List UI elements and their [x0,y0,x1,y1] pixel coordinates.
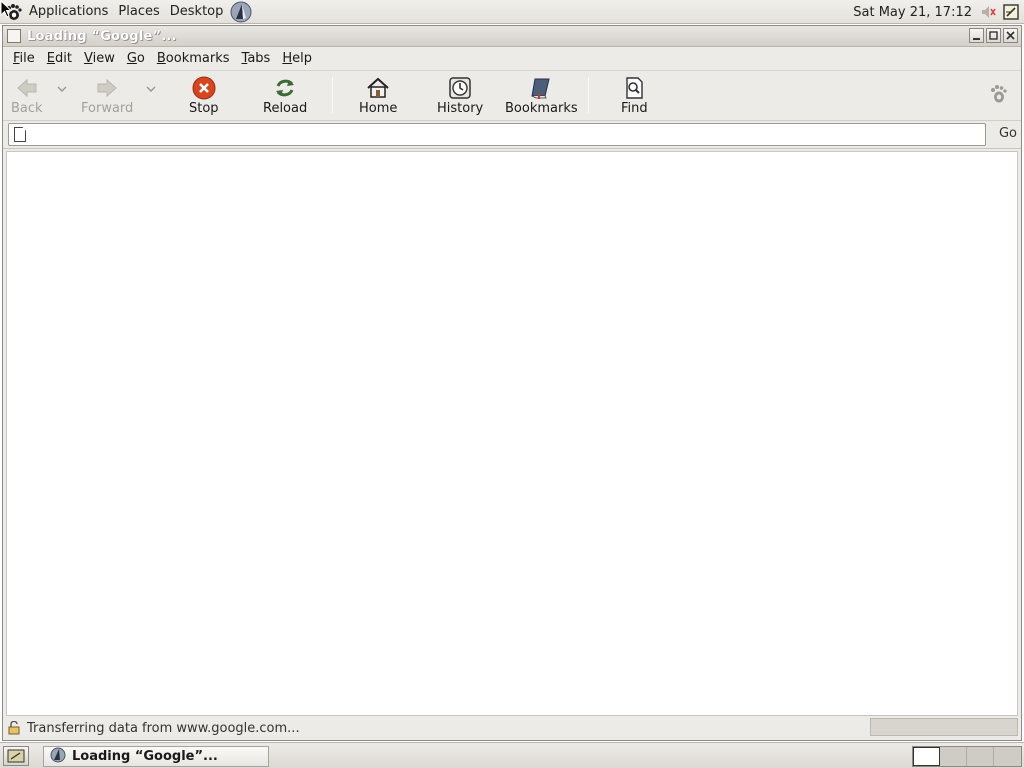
forward-arrow-icon [94,75,120,101]
titlebar[interactable]: Loading “Google”... [3,26,1021,47]
top-panel: Applications Places Desktop Sat May 21, … [0,0,1024,24]
taskbar-window-label: Loading “Google”... [72,749,218,764]
reload-icon [272,75,298,101]
close-icon[interactable] [1003,28,1018,43]
menu-edit[interactable]: Edit [41,51,78,66]
workspace-1[interactable] [913,747,940,766]
back-arrow-icon [14,75,40,101]
location-bar: Go [3,121,1021,149]
bookmarks-label: Bookmarks [505,101,578,116]
stop-label: Stop [189,101,219,116]
places-menu[interactable]: Places [113,0,164,24]
volume-icon[interactable] [978,1,1000,23]
show-desktop-button[interactable] [3,746,29,766]
toolbar: Back Forward Stop Reload Home History Bo… [3,71,1021,121]
browser-task-icon [50,747,66,767]
home-button[interactable]: Home [359,75,397,117]
toolbar-separator [332,77,333,113]
bookmarks-button[interactable]: Bookmarks [505,75,578,117]
history-label: History [437,101,484,116]
desktop-menu[interactable]: Desktop [165,0,229,24]
mouse-cursor-icon [0,0,12,18]
find-button[interactable]: Find [621,75,648,117]
bottom-panel: Loading “Google”... [0,742,1024,768]
forward-label: Forward [81,101,134,116]
history-clock-icon [447,75,473,101]
history-button[interactable]: History [437,75,483,117]
maximize-icon[interactable] [986,28,1001,43]
workspace-switcher [912,746,1022,767]
clock[interactable]: Sat May 21, 17:12 [853,5,978,20]
browser-launcher-icon[interactable] [230,1,252,23]
back-label: Back [11,101,43,116]
find-label: Find [621,101,648,116]
reload-label: Reload [263,101,308,116]
menu-tabs[interactable]: Tabs [236,51,277,66]
gnome-foot-throbber-icon [987,83,1009,109]
go-button[interactable]: Go [999,126,1017,141]
show-desktop-icon [7,749,25,763]
forward-button[interactable]: Forward [81,75,133,117]
taskbar-window-button[interactable]: Loading “Google”... [43,746,269,767]
home-icon [365,75,391,101]
home-label: Home [359,101,398,116]
stop-button[interactable]: Stop [189,75,219,117]
menu-go[interactable]: Go [121,51,151,66]
stop-icon [191,75,217,101]
menubar: File Edit View Go Bookmarks Tabs Help [3,47,1021,71]
window-title: Loading “Google”... [27,28,177,44]
menu-file[interactable]: File [7,51,41,66]
workspace-3[interactable] [967,747,994,766]
statusbar: Transferring data from www.google.com... [3,716,1021,740]
window-menu-icon[interactable] [7,29,21,43]
location-input[interactable] [8,123,986,146]
back-button[interactable]: Back [11,75,43,117]
page-content-area[interactable] [6,151,1018,716]
applications-menu[interactable]: Applications [24,0,113,24]
unlocked-padlock-icon[interactable] [7,721,21,735]
reload-button[interactable]: Reload [263,75,307,117]
workspace-2[interactable] [940,747,967,766]
menu-help[interactable]: Help [276,51,318,66]
workspace-4[interactable] [994,747,1021,766]
status-text: Transferring data from www.google.com... [27,720,300,736]
toolbar-separator [588,77,589,113]
panel-right-area: Sat May 21, 17:12 [853,0,1024,24]
page-icon [14,127,26,142]
forward-history-dropdown-icon[interactable] [146,85,156,96]
back-history-dropdown-icon[interactable] [57,85,67,96]
find-magnifier-icon [621,75,647,101]
bookmarks-book-icon [528,75,554,101]
menu-bookmarks[interactable]: Bookmarks [151,51,236,66]
menu-view[interactable]: View [78,51,121,66]
minimize-icon[interactable] [969,28,984,43]
browser-window: Loading “Google”... File Edit View Go Bo… [2,25,1022,741]
load-progress-bar [870,718,1018,736]
notes-icon[interactable] [1000,1,1022,23]
window-controls [969,28,1018,43]
